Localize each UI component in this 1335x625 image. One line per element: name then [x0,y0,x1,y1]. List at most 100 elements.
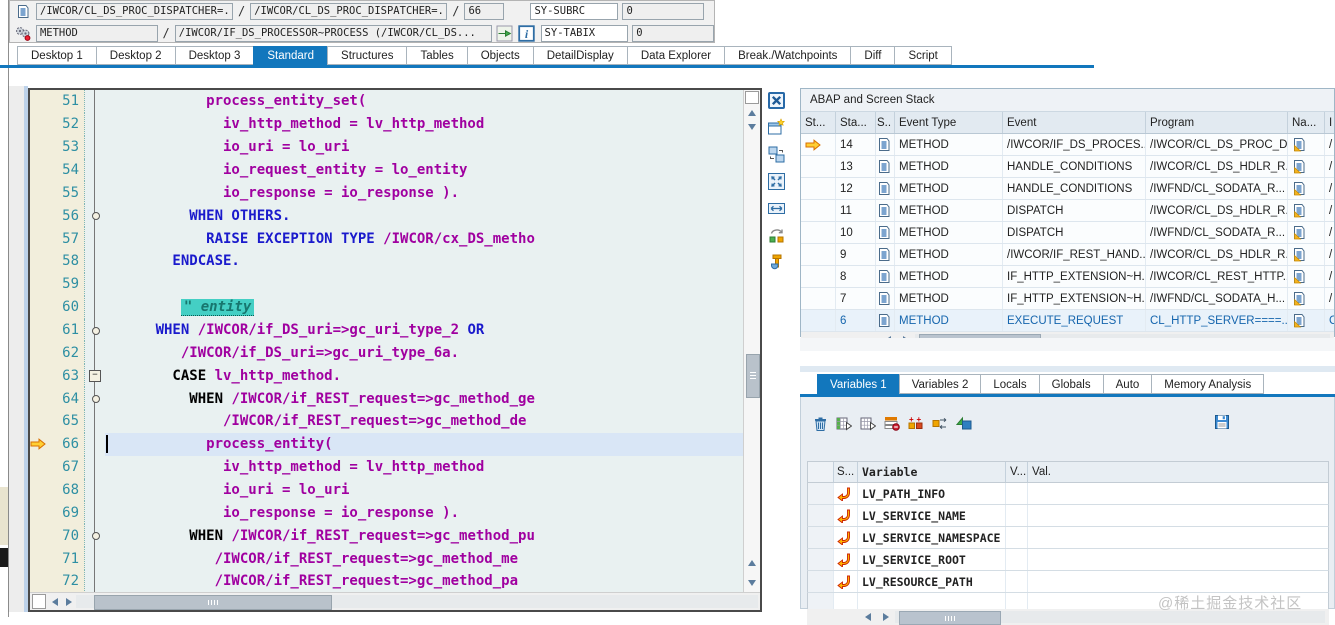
code-line-57[interactable]: 57 RAISE EXCEPTION TYPE /IWCOR/cx_DS_meth… [30,227,743,251]
editor-horizontal-scrollbar[interactable] [30,592,760,610]
code-line-56[interactable]: 56 WHEN OTHERS. [30,204,743,228]
method-field[interactable]: /IWCOR/IF_DS_PROCESSOR~PROCESS (/IWCOR/C… [174,24,492,42]
variable-value[interactable] [1028,483,1328,504]
code-line-61[interactable]: 61 WHEN /IWCOR/if_DS_uri=>gc_uri_type_2 O… [30,318,743,342]
event-type-field[interactable]: METHOD [35,24,158,42]
sync-icon[interactable] [766,225,786,245]
variable-name[interactable]: LV_RESOURCE_PATH [858,571,1006,592]
tab-data-explorer[interactable]: Data Explorer [626,46,726,65]
fold-margin[interactable]: − [85,364,105,388]
stack-row-12[interactable]: 12 METHOD HANDLE_CONDITIONS/IWFND/CL_SODAT… [801,178,1334,200]
fold-margin[interactable] [85,547,105,571]
fold-margin[interactable] [85,204,105,228]
code-line-55[interactable]: 55 io_response = io_response ). [30,181,743,205]
swap-views-icon[interactable] [766,144,786,164]
code-line-70[interactable]: 70 WHEN /IWCOR/if_REST_request=>gc_method… [30,524,743,548]
sysvar-value-field[interactable]: 0 [632,24,714,42]
variable-row-lv-service-root[interactable]: LV_SERVICE_ROOT [807,549,1329,571]
scroll-up-button-bottom[interactable] [745,556,759,570]
code-line-72[interactable]: 72/IWCOR/if_REST_request=>gc_method_pa [30,570,743,592]
fold-margin[interactable] [85,227,105,251]
fold-margin[interactable] [85,501,105,525]
line-number-margin[interactable]: 66 [30,432,85,456]
line-number-margin[interactable]: 69 [30,501,85,525]
line-number-margin[interactable]: 71 [30,547,85,571]
line-number-margin[interactable]: 56 [30,204,85,228]
line-number-margin[interactable]: 61 [30,318,85,342]
sysvar-name-field[interactable]: SY-SUBRC [530,2,619,20]
horizontal-scroll-track[interactable] [76,595,758,610]
line-number-margin[interactable]: 52 [30,112,85,136]
variable-value[interactable] [1028,505,1328,526]
code-line-64[interactable]: 64 WHEN /IWCOR/if_REST_request=>gc_method… [30,387,743,411]
line-number-margin[interactable]: 57 [30,227,85,251]
code-line-71[interactable]: 71/IWCOR/if_REST_request=>gc_method_me [30,547,743,571]
code-line-69[interactable]: 69 io_response = io_response ). [30,501,743,525]
scroll-down-button-bottom[interactable] [745,576,759,590]
swap-variable-icon[interactable] [931,415,949,432]
line-number-margin[interactable]: 70 [30,524,85,548]
variable-name[interactable]: LV_SERVICE_NAMESPACE [858,527,1006,548]
code-text[interactable]: process_entity( [105,432,743,456]
variable-row-lv-service-name[interactable]: LV_SERVICE_NAME [807,505,1329,527]
stack-row-13[interactable]: 13 METHOD HANDLE_CONDITIONS/IWCOR/CL_DS_HD… [801,156,1334,178]
variable-row-lv-path-info[interactable]: LV_PATH_INFO [807,483,1329,505]
variable-name[interactable]: LV_SERVICE_ROOT [858,549,1006,570]
tab-structures[interactable]: Structures [327,46,408,65]
code-text[interactable]: io_uri = lo_uri [105,479,743,502]
vertical-scroll-thumb[interactable] [746,354,760,398]
editor-vertical-scrollbar[interactable] [743,90,760,592]
stack-row-14[interactable]: 14 METHOD/IWCOR/IF_DS_PROCES.../IWCOR/CL_… [801,134,1334,156]
line-number-field[interactable]: 66 [464,2,505,20]
code-text[interactable]: io_request_entity = lo_entity [105,159,743,182]
add-variables-icon[interactable]: + + [907,415,925,432]
fold-margin[interactable] [85,410,105,433]
variable-row-lv-service-namespace[interactable]: LV_SERVICE_NAMESPACE [807,527,1329,549]
code-line-62[interactable]: 62/IWCOR/if_DS_uri=>gc_uri_type_6a. [30,341,743,365]
tab-variables-1[interactable]: Variables 1 [817,374,900,394]
code-line-63[interactable]: 63− CASE lv_http_method. [30,364,743,388]
class-field-1[interactable]: /IWCOR/CL_DS_PROC_DISPATCHER=... [36,2,233,20]
line-number-margin[interactable]: 59 [30,272,85,296]
horizontal-scroll-thumb[interactable] [94,595,332,610]
variable-value[interactable] [1028,527,1328,548]
scroll-down-button[interactable] [745,120,759,134]
variable-value[interactable] [1028,549,1328,570]
line-number-margin[interactable]: 55 [30,181,85,205]
tab-standard[interactable]: Standard [253,46,329,65]
variable-name[interactable]: LV_SERVICE_NAME [858,505,1006,526]
line-number-margin[interactable]: 68 [30,478,85,502]
code-text[interactable]: /IWCOR/if_REST_request=>gc_method_me [105,547,743,570]
code-line-60[interactable]: 60 " entity [30,295,743,319]
fold-margin[interactable] [85,318,105,342]
code-line-59[interactable]: 59 [30,272,743,296]
code-text[interactable]: WHEN /IWCOR/if_REST_request=>gc_method_g… [105,387,743,410]
save-icon[interactable] [1213,413,1231,430]
scroll-up-button[interactable] [745,106,759,120]
sysvar-name-field[interactable]: SY-TABIX [540,24,629,42]
tab-objects[interactable]: Objects [466,46,534,65]
fold-margin[interactable] [85,455,105,479]
line-number-margin[interactable]: 51 [30,90,85,113]
line-number-margin[interactable]: 72 [30,570,85,592]
tab-locals[interactable]: Locals [980,374,1040,394]
fit-width-icon[interactable] [766,198,786,218]
code-text[interactable]: io_response = io_response ). [105,501,743,524]
goto-statement-icon[interactable] [496,25,514,42]
variable-row-lv-resource-path[interactable]: LV_RESOURCE_PATH [807,571,1329,593]
code-text[interactable]: /IWCOR/if_DS_uri=>gc_uri_type_6a. [105,341,743,364]
fold-margin[interactable] [85,432,105,456]
tab-desktop-1[interactable]: Desktop 1 [17,46,97,65]
fold-margin[interactable] [85,158,105,182]
code-line-67[interactable]: 67 iv_http_method = lv_http_method [30,455,743,479]
scroll-left-button[interactable] [859,610,877,624]
code-text[interactable]: RAISE EXCEPTION TYPE /IWCOR/cx_DS_metho [105,227,743,250]
tab-diff[interactable]: Diff [850,46,896,65]
scroll-thumb[interactable] [899,611,1001,625]
fold-margin[interactable] [85,90,105,113]
code-line-66[interactable]: 66 process_entity( [30,432,743,456]
tab-globals[interactable]: Globals [1038,374,1104,394]
code-line-51[interactable]: 51 process_entity_set( [30,90,743,113]
line-number-margin[interactable]: 67 [30,455,85,479]
scroll-left-button[interactable] [48,595,62,609]
